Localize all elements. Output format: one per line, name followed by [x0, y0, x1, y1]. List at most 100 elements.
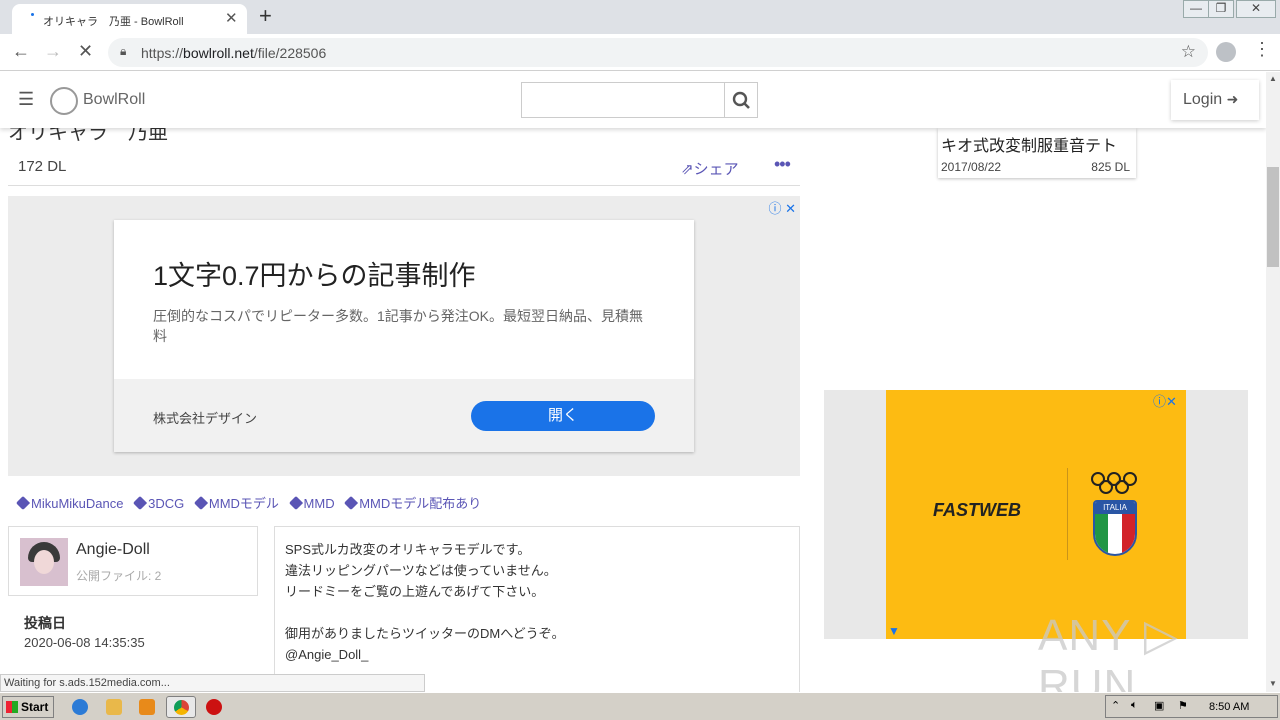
forward-icon[interactable]: →	[44, 41, 62, 62]
ad-divider	[1067, 468, 1068, 560]
restore-button[interactable]: ❐	[1208, 0, 1234, 18]
new-tab-button[interactable]: +	[259, 3, 272, 29]
chrome-taskbar-button[interactable]	[166, 696, 196, 718]
ad-footer: 株式会社デザイン 開く	[114, 379, 694, 452]
windows-logo-icon	[6, 701, 18, 713]
ad-open-button[interactable]: 開く	[471, 401, 655, 431]
description-line: @Angie_Doll_	[285, 647, 369, 662]
tab-title: オリキャラ 乃亜 - BowlRoll	[43, 16, 184, 28]
ie-icon[interactable]	[72, 699, 88, 715]
description-line: リードミーをご覧の上遊んであげて下さい。	[285, 584, 545, 599]
download-info-row: 172 DL ⇗シェア •••	[8, 148, 800, 186]
bowlroll-logo-icon[interactable]	[50, 87, 78, 115]
olympic-rings-icon	[1091, 472, 1139, 494]
address-url[interactable]: https://bowlroll.net/file/228506	[141, 45, 326, 61]
avatar-face	[34, 550, 54, 574]
stop-sign-icon[interactable]	[206, 699, 222, 715]
tag-link[interactable]: 3DCG	[133, 495, 184, 511]
search-button[interactable]	[724, 82, 758, 118]
share-button[interactable]: ⇗シェア	[681, 158, 739, 179]
status-bar: Waiting for s.ads.152media.com...	[0, 674, 425, 692]
posted-date: 2020-06-08 14:35:35	[24, 635, 145, 650]
description-line: 御用がありましたらツイッターのDMへどうぞ。	[285, 626, 565, 641]
ad-card[interactable]: 1文字0.7円からの記事制作 圧倒的なコスパでリピーター多数。1記事から発注OK…	[114, 220, 694, 452]
tab-loading-icon	[31, 13, 34, 16]
page-scrollbar[interactable]: ▲ ▼	[1266, 72, 1280, 692]
ad-headline[interactable]: 1文字0.7円からの記事制作	[153, 254, 476, 293]
italia-shield-icon: ITALIA	[1093, 500, 1137, 556]
ad-banner-sidebar[interactable]: FASTWEB ITALIA ⓘ✕ ▼	[824, 390, 1248, 639]
taskbar: Start ⌃ 🔈︎ ▣ ⚑ 8:50 AM	[0, 692, 1280, 720]
taskbar-clock[interactable]: 8:50 AM	[1209, 701, 1249, 713]
scrollbar-thumb[interactable]	[1267, 167, 1279, 267]
author-name[interactable]: Angie-Doll	[76, 541, 150, 559]
site-search-input[interactable]	[521, 82, 725, 118]
tab-close-icon[interactable]: ✕	[225, 9, 238, 27]
shield-label: ITALIA	[1095, 502, 1135, 514]
scroll-up-icon[interactable]: ▲	[1269, 74, 1277, 83]
browser-tabbar: オリキャラ 乃亜 - BowlRoll ✕ + — ❐ ✕	[0, 0, 1280, 34]
ad-body-text: 圧倒的なコスパでリピーター多数。1記事から発注OK。最短翌日納品、見積無料	[153, 308, 644, 344]
start-button[interactable]: Start	[2, 696, 54, 718]
share-label: シェア	[693, 161, 739, 178]
login-button[interactable]: Login ➜	[1171, 80, 1259, 120]
author-file-count: 公開ファイル: 2	[76, 569, 162, 583]
site-logo-text[interactable]: BowlRoll	[83, 91, 145, 109]
tag-link[interactable]: MMDモデル配布あり	[344, 493, 481, 512]
related-file-card[interactable]: キオ式改変制服重音テト 2017/08/22 825 DL	[938, 128, 1136, 178]
minimize-button[interactable]: —	[1183, 0, 1209, 18]
hamburger-menu-icon[interactable]: ☰	[18, 89, 34, 110]
more-options-button[interactable]: •••	[774, 154, 791, 175]
adchoices-icon[interactable]: ⓘ ✕	[768, 198, 796, 217]
posted-label: 投稿日	[24, 615, 66, 631]
browser-menu-icon[interactable]: ⋮	[1253, 39, 1271, 60]
fastweb-ad[interactable]: FASTWEB ITALIA	[886, 390, 1186, 639]
chrome-icon	[174, 700, 189, 715]
description-line	[285, 602, 789, 623]
related-file-downloads: 825 DL	[1091, 160, 1130, 174]
ad-banner-main[interactable]: ⓘ ✕ 1文字0.7円からの記事制作 圧倒的なコスパでリピーター多数。1記事から…	[8, 196, 800, 476]
adchoices-icon[interactable]: ⓘ✕	[1153, 391, 1177, 410]
browser-tab[interactable]: オリキャラ 乃亜 - BowlRoll ✕	[12, 4, 247, 34]
folder-icon[interactable]	[106, 699, 122, 715]
bookmark-star-icon[interactable]: ☆	[1181, 42, 1196, 62]
volume-icon[interactable]: 🔈︎	[1131, 699, 1138, 712]
download-count: 172 DL	[18, 158, 67, 175]
stop-loading-icon[interactable]: ✕	[78, 41, 93, 62]
ad-info-triangle-icon[interactable]: ▼	[888, 624, 900, 638]
related-file-title[interactable]: キオ式改変制服重音テト	[941, 132, 1117, 156]
tray-expand-icon[interactable]: ⌃	[1111, 699, 1120, 712]
fastweb-logo: FASTWEB	[933, 500, 1021, 520]
address-bar[interactable]: 🔒︎ https://bowlroll.net/file/228506 ☆	[108, 38, 1208, 67]
share-icon: ⇗	[681, 161, 694, 178]
file-description: SPS式ルカ改変のオリキャラモデルです。 違法リッピングパーツなどは使っていませ…	[274, 526, 800, 692]
page-viewport: ☰ BowlRoll Login ➜ オリキャラ 乃亜 172 DL ⇗シェア …	[0, 72, 1266, 692]
tag-icon	[193, 495, 208, 511]
author-card[interactable]: Angie-Doll 公開ファイル: 2	[8, 526, 258, 596]
tag-list: MikuMikuDance 3DCG MMDモデル MMD MMDモデル配布あり	[15, 493, 489, 512]
media-player-icon[interactable]	[139, 699, 155, 715]
lock-icon: 🔒︎	[120, 44, 127, 58]
login-label: Login	[1183, 91, 1223, 108]
scroll-down-icon[interactable]: ▼	[1269, 679, 1277, 688]
tag-link[interactable]: MMDモデル	[193, 493, 279, 512]
search-icon	[732, 91, 750, 109]
avatar[interactable]	[20, 538, 68, 586]
tag-link[interactable]: MMD	[288, 495, 335, 511]
sign-in-icon: ➜	[1226, 91, 1239, 107]
description-line: SPS式ルカ改変のオリキャラモデルです。	[285, 542, 531, 557]
related-file-date: 2017/08/22	[941, 160, 1002, 174]
back-icon[interactable]: ←	[12, 41, 30, 62]
browser-toolbar: ← → ✕ 🔒︎ https://bowlroll.net/file/22850…	[0, 34, 1280, 71]
site-header: ☰ BowlRoll Login ➜	[0, 72, 1266, 128]
anyrun-watermark: ANY ▷ RUN	[1038, 611, 1179, 692]
action-center-flag-icon[interactable]: ⚑	[1178, 699, 1188, 712]
tag-icon	[288, 495, 303, 511]
tag-link[interactable]: MikuMikuDance	[15, 495, 123, 511]
tag-icon	[133, 495, 148, 511]
profile-avatar-icon[interactable]	[1216, 42, 1236, 62]
description-line: 違法リッピングパーツなどは使っていません。	[285, 563, 557, 578]
close-window-button[interactable]: ✕	[1236, 0, 1276, 18]
tag-icon	[15, 495, 31, 511]
network-icon[interactable]: ▣	[1154, 699, 1164, 712]
